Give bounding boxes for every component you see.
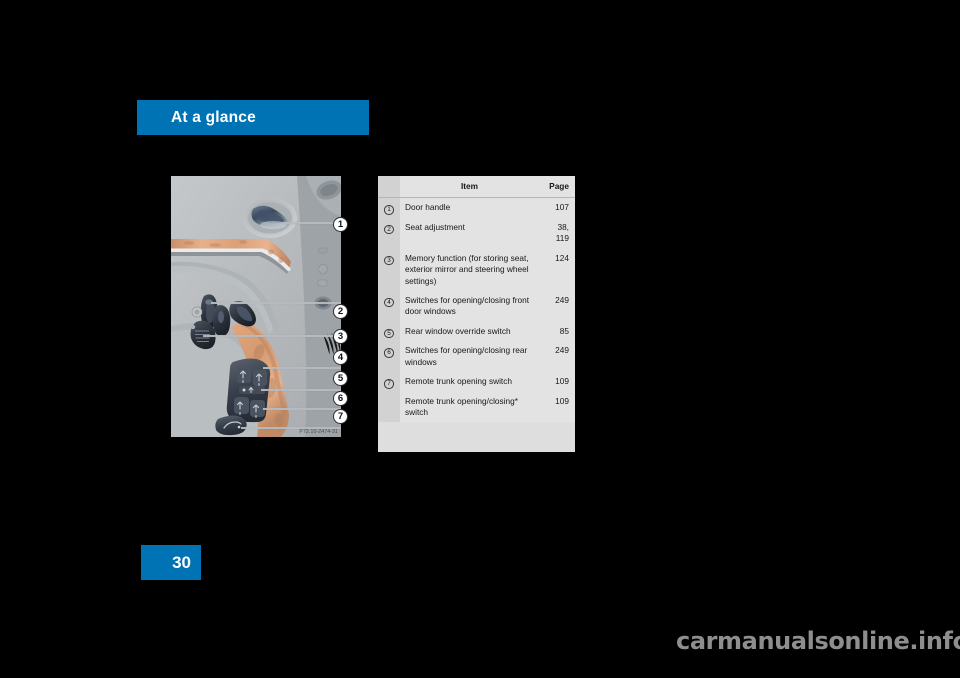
row-item-number: 7 — [378, 372, 400, 392]
item-page-reference-table: Item Page 1 Door handle 107 2 Seat adjustmen… — [378, 176, 575, 452]
row-item-number — [378, 391, 400, 423]
row-item-label: Door handle — [400, 197, 538, 218]
page-number: 30 — [172, 553, 191, 572]
row-page-reference: 249 — [538, 341, 575, 373]
section-header-banner: At a glance — [137, 100, 369, 135]
site-watermark: carmanualsonline.info — [676, 627, 960, 655]
row-item-number: 4 — [378, 290, 400, 322]
table-body: 1 Door handle 107 2 Seat adjustment 38, 119 3 M… — [378, 197, 575, 423]
table-row: 5 Rear window override switch 85 — [378, 321, 575, 342]
row-item-label: Switches for opening/closing front door … — [400, 290, 538, 322]
callout-marker-2: 2 — [333, 304, 348, 319]
header-number-column — [378, 176, 400, 199]
row-item-label: Remote trunk opening switch — [400, 372, 538, 392]
row-item-label: Rear window override switch — [400, 321, 538, 342]
row-item-number: 2 — [378, 217, 400, 249]
circled-number-badge: 6 — [384, 348, 394, 358]
row-page-reference: 109 — [538, 372, 575, 392]
row-item-label: Remote trunk opening/closing* switch — [400, 391, 538, 423]
table-row: 4 Switches for opening/closing front door… — [378, 290, 575, 322]
circled-number-badge: 2 — [384, 224, 394, 235]
row-page-reference: 109 — [538, 391, 575, 423]
row-item-number: 6 — [378, 341, 400, 373]
callout-marker-4: 4 — [333, 350, 348, 365]
callout-marker-5: 5 — [333, 371, 348, 386]
callout-marker-1: 1 — [333, 217, 348, 232]
door-panel-svg — [171, 176, 341, 437]
table-row: 2 Seat adjustment 38, 119 — [378, 217, 575, 249]
door-panel-illustration: P72.10-2474-31 — [171, 176, 341, 437]
row-page-reference: 107 — [538, 197, 575, 218]
table-header-row: Item Page — [378, 176, 575, 199]
row-item-label: Seat adjustment — [400, 217, 538, 249]
section-title: At a glance — [171, 109, 256, 126]
header-item: Item — [400, 176, 538, 199]
row-item-label: Switches for opening/closing rear window… — [400, 341, 538, 373]
row-page-reference: 85 — [538, 321, 575, 342]
table-row: Remote trunk opening/closing* switch 109 — [378, 391, 575, 423]
table-row: 6 Switches for opening/closing rear windo… — [378, 341, 575, 373]
header-page: Page — [538, 176, 575, 199]
callout-marker-6: 6 — [333, 391, 348, 406]
row-item-number: 1 — [378, 197, 400, 218]
row-item-number: 5 — [378, 321, 400, 342]
circled-number-badge: 5 — [384, 328, 394, 339]
row-page-reference: 249 — [538, 290, 575, 322]
reference-table: Item Page 1 Door handle 107 2 Seat adjustmen… — [378, 176, 575, 423]
circled-number-badge: 4 — [384, 297, 394, 308]
circled-number-badge: 3 — [384, 255, 394, 266]
callout-marker-7: 7 — [333, 409, 348, 424]
circled-number-badge: 1 — [384, 205, 394, 215]
table-row: 1 Door handle 107 — [378, 197, 575, 218]
illustration-figure-number: P72.10-2474-31 — [299, 429, 338, 435]
row-item-label: Memory function (for storing seat, exter… — [400, 248, 538, 291]
page-number-block: 30 — [141, 545, 201, 580]
callout-marker-3: 3 — [333, 329, 348, 344]
table-row: 7 Remote trunk opening switch 109 — [378, 372, 575, 392]
row-item-number: 3 — [378, 248, 400, 291]
table-row: 3 Memory function (for storing seat, exte… — [378, 248, 575, 291]
table-header: Item Page — [378, 176, 575, 199]
circled-number-badge: 7 — [384, 379, 394, 389]
row-page-reference: 38, 119 — [538, 217, 575, 249]
row-page-reference: 124 — [538, 248, 575, 291]
